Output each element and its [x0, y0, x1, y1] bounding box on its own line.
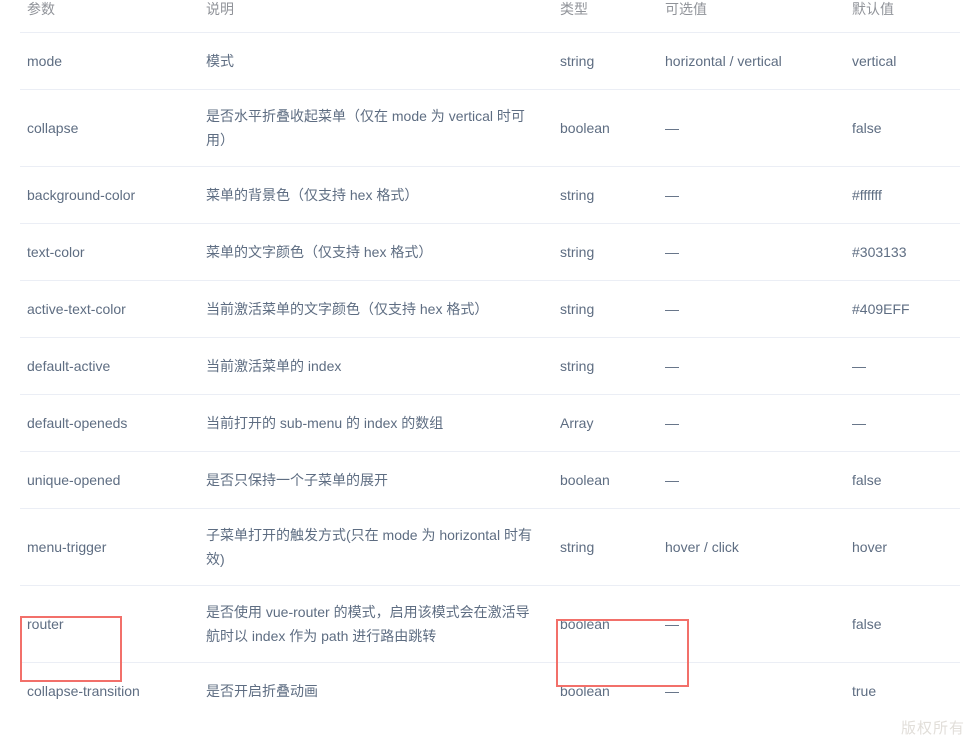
table-row: active-text-color 当前激活菜单的文字颜色（仅支持 hex 格式… — [20, 280, 960, 338]
cell-default: — — [852, 337, 960, 395]
cell-desc: 是否开启折叠动画 — [206, 683, 318, 699]
cell-default: hover — [852, 508, 960, 586]
cell-type-router: boolean — [560, 585, 665, 663]
cell-param: default-openeds — [20, 394, 203, 452]
table-row: mode 模式 string horizontal / vertical ver… — [20, 32, 960, 90]
cell-type: string — [560, 280, 665, 338]
cell-options: — — [665, 337, 852, 395]
cell-type: string — [560, 166, 665, 224]
table-row: collapse-transition 是否开启折叠动画 boolean — t… — [20, 663, 960, 720]
cell-options: — — [665, 166, 852, 224]
cell-options: hover / click — [665, 508, 852, 586]
cell-desc: 是否只保持一个子菜单的展开 — [203, 451, 560, 509]
table-row: collapse 是否水平折叠收起菜单（仅在 mode 为 vertical 时… — [20, 89, 960, 167]
table-row: text-color 菜单的文字颜色（仅支持 hex 格式） string — … — [20, 223, 960, 281]
cell-type: Array — [560, 394, 665, 452]
cell-param: default-active — [20, 337, 203, 395]
table-row: menu-trigger 子菜单打开的触发方式(只在 mode 为 horizo… — [20, 508, 960, 586]
cell-options: — — [665, 280, 852, 338]
cell-default: false — [852, 585, 960, 663]
cell-param: unique-opened — [20, 451, 203, 509]
cell-options: horizontal / vertical — [665, 32, 852, 90]
cell-type: string — [560, 223, 665, 281]
cell-param: collapse-transition — [27, 683, 140, 699]
table-row: default-active 当前激活菜单的 index string — — — [20, 337, 960, 395]
cell-param-router: router — [20, 585, 203, 663]
cell-param: text-color — [20, 223, 203, 281]
cell-options: — — [665, 683, 679, 699]
watermark-text: 版权所有 — [900, 720, 965, 737]
cell-desc: 是否水平折叠收起菜单（仅在 mode 为 vertical 时可用） — [203, 89, 560, 167]
cell-type: boolean — [560, 683, 610, 699]
column-header-default: 默认值 — [852, 0, 960, 33]
cell-options: — — [665, 394, 852, 452]
column-header-type: 类型 — [560, 0, 665, 33]
cell-default: false — [852, 451, 960, 509]
cell-default: vertical — [852, 32, 960, 90]
cell-param: collapse — [20, 89, 203, 167]
cell-param: background-color — [20, 166, 203, 224]
cell-param: menu-trigger — [20, 508, 203, 586]
cell-type: boolean — [560, 451, 665, 509]
menu-attributes-table: 参数 说明 类型 可选值 默认值 mode 模式 string horizont… — [20, 0, 960, 719]
cell-options: — — [665, 89, 852, 167]
cell-desc: 模式 — [203, 32, 560, 90]
cell-options: — — [665, 451, 852, 509]
table-row: unique-opened 是否只保持一个子菜单的展开 boolean — fa… — [20, 451, 960, 509]
cell-default: false — [852, 89, 960, 167]
cell-desc: 当前激活菜单的 index — [203, 337, 560, 395]
cell-default: #303133 — [852, 223, 960, 281]
cell-desc: 菜单的文字颜色（仅支持 hex 格式） — [203, 223, 560, 281]
cell-param: active-text-color — [20, 280, 203, 338]
cell-desc: 当前打开的 sub-menu 的 index 的数组 — [203, 394, 560, 452]
cell-desc: 子菜单打开的触发方式(只在 mode 为 horizontal 时有效) — [203, 508, 560, 586]
cell-default: — — [852, 394, 960, 452]
cell-type: boolean — [560, 89, 665, 167]
table-header: 参数 说明 类型 可选值 默认值 — [20, 0, 960, 33]
table-body: mode 模式 string horizontal / vertical ver… — [20, 32, 960, 720]
cell-type: string — [560, 32, 665, 90]
cell-desc: 菜单的背景色（仅支持 hex 格式） — [203, 166, 560, 224]
cell-type: string — [560, 337, 665, 395]
table-row: default-openeds 当前打开的 sub-menu 的 index 的… — [20, 394, 960, 452]
table-header-row: 参数 说明 类型 可选值 默认值 — [20, 0, 960, 33]
column-header-desc: 说明 — [203, 0, 560, 33]
column-header-options: 可选值 — [665, 0, 852, 33]
cell-desc: 当前激活菜单的文字颜色（仅支持 hex 格式） — [203, 280, 560, 338]
cell-options: — — [665, 223, 852, 281]
api-table-container: 参数 说明 类型 可选值 默认值 mode 模式 string horizont… — [0, 0, 971, 737]
table-row-router: router 是否使用 vue-router 的模式，启用该模式会在激活导航时以… — [20, 585, 960, 663]
cell-desc: 是否使用 vue-router 的模式，启用该模式会在激活导航时以 index … — [203, 585, 560, 663]
cell-default: #ffffff — [852, 166, 960, 224]
column-header-param: 参数 — [20, 0, 203, 33]
cell-options: — — [665, 585, 852, 663]
cell-default: true — [852, 683, 877, 699]
cell-type: string — [560, 508, 665, 586]
cell-param: mode — [20, 32, 203, 90]
table-row: background-color 菜单的背景色（仅支持 hex 格式） stri… — [20, 166, 960, 224]
cell-default: #409EFF — [852, 280, 960, 338]
